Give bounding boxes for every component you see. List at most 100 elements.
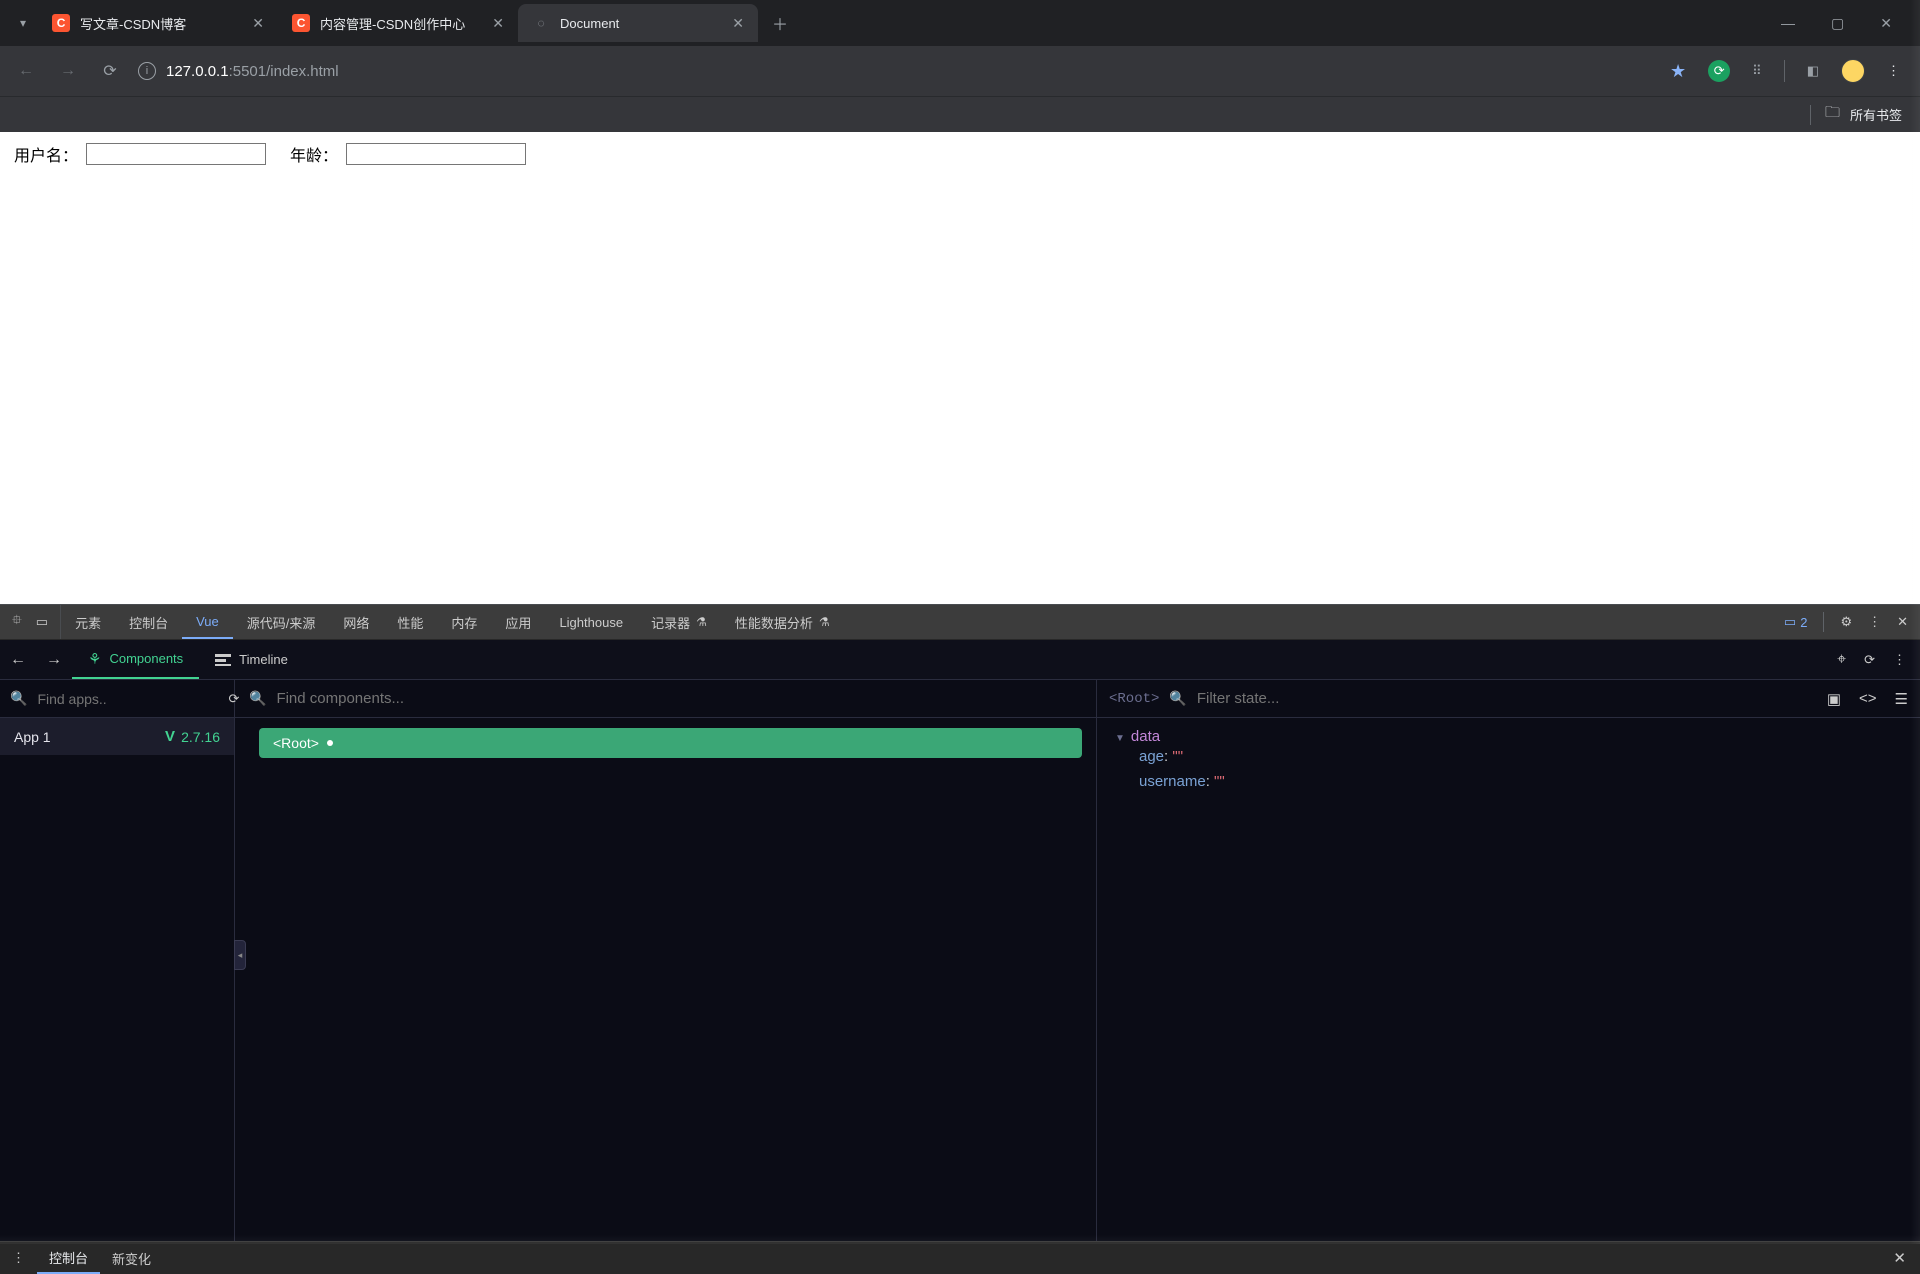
caret-down-icon: ▼ <box>1115 733 1125 744</box>
components-search-input[interactable] <box>276 690 1082 707</box>
divider <box>1784 60 1785 82</box>
devtools-tab-recorder[interactable]: 记录器⚗ <box>637 605 721 639</box>
back-button[interactable]: ← <box>12 62 40 80</box>
tab-title: 写文章-CSDN博客 <box>80 14 242 33</box>
drawer-menu-icon[interactable]: ⋮ <box>0 1250 37 1266</box>
vue-tab-timeline[interactable]: Timeline <box>199 640 304 679</box>
vue-refresh-icon[interactable]: ⟳ <box>1864 652 1875 668</box>
age-label: 年龄： <box>290 142 338 166</box>
vue-app-item[interactable]: App 1 V 2.7.16 <box>0 718 234 755</box>
browser-tab-strip: ▾ C 写文章-CSDN博客 ✕ C 内容管理-CSDN创作中心 ✕ ◌ Doc… <box>0 0 1920 46</box>
devtools-tab-console[interactable]: 控制台 <box>115 605 182 639</box>
issues-count: 2 <box>1800 615 1807 630</box>
username-label: 用户名： <box>14 142 78 166</box>
site-info-icon[interactable]: i <box>138 62 156 80</box>
close-icon[interactable]: ✕ <box>732 15 744 32</box>
state-menu-icon[interactable]: ☰ <box>1895 690 1908 708</box>
tab-title: 内容管理-CSDN创作中心 <box>320 14 482 33</box>
address-bar: ← → ⟳ i 127.0.0.1:5501/index.html ★ ⟳ ⠿ … <box>0 46 1920 96</box>
beaker-icon: ⚗ <box>819 615 830 629</box>
url-text: 127.0.0.1:5501/index.html <box>166 63 339 80</box>
globe-favicon-icon: ◌ <box>532 14 550 32</box>
state-section-data[interactable]: ▼ data <box>1115 728 1902 745</box>
extension-livereload-icon[interactable]: ⟳ <box>1708 60 1730 82</box>
maximize-icon[interactable]: ▢ <box>1831 15 1844 32</box>
url-field[interactable]: i 127.0.0.1:5501/index.html <box>138 62 1656 80</box>
inspect-element-icon[interactable]: ⯐ <box>12 611 22 633</box>
device-toolbar-icon[interactable]: ▭ <box>36 614 48 630</box>
devtools-issues-button[interactable]: ▭ 2 <box>1784 614 1808 630</box>
selected-component-label: <Root> <box>1109 691 1159 707</box>
devtools-drawer: ⋮ 控制台 新变化 ✕ <box>0 1241 1920 1274</box>
open-in-editor-icon[interactable]: <> <box>1859 690 1877 708</box>
state-section-label: data <box>1131 728 1160 745</box>
modified-indicator-icon <box>327 740 333 746</box>
devtools-tab-application[interactable]: 应用 <box>491 605 545 639</box>
search-icon: 🔍 <box>10 690 27 707</box>
state-prop-value: "" <box>1172 748 1183 765</box>
side-panel-icon[interactable]: ◧ <box>1807 63 1819 79</box>
devtools-menu-icon[interactable]: ⋮ <box>1868 614 1881 630</box>
target-component-icon[interactable]: ⌖ <box>1837 651 1846 669</box>
devtools-tab-performance[interactable]: 性能 <box>383 605 437 639</box>
state-prop-name: username <box>1139 773 1206 790</box>
devtools-tab-network[interactable]: 网络 <box>329 605 383 639</box>
vue-tab-components[interactable]: ⚘ Components <box>72 640 199 679</box>
components-search-bar: 🔍 <box>235 680 1096 718</box>
vue-version-badge: V 2.7.16 <box>165 728 220 745</box>
screenshot-icon[interactable]: ▣ <box>1827 690 1841 708</box>
search-icon: 🔍 <box>1169 690 1186 707</box>
drawer-tab-whatsnew[interactable]: 新变化 <box>100 1242 163 1274</box>
folder-icon: 🗀 <box>1825 102 1840 127</box>
reload-button[interactable]: ⟳ <box>96 61 124 81</box>
drawer-close-icon[interactable]: ✕ <box>1879 1249 1920 1267</box>
minimize-icon[interactable]: — <box>1781 15 1795 32</box>
devtools-tab-sources[interactable]: 源代码/来源 <box>233 605 330 639</box>
new-tab-button[interactable]: ＋ <box>758 11 802 35</box>
state-filter-input[interactable] <box>1197 690 1817 707</box>
component-tree-node-root[interactable]: <Root> <box>259 728 1082 758</box>
csdn-favicon-icon: C <box>292 14 310 32</box>
url-path: :5501/index.html <box>229 63 339 80</box>
devtools-tab-memory[interactable]: 内存 <box>437 605 491 639</box>
close-window-icon[interactable]: ✕ <box>1880 15 1892 32</box>
panel-expand-handle[interactable]: ◂ <box>234 940 246 970</box>
chrome-menu-icon[interactable]: ⋮ <box>1887 63 1900 79</box>
vue-tab-label: Components <box>109 651 183 666</box>
devtools-tab-vue[interactable]: Vue <box>182 605 233 639</box>
close-icon[interactable]: ✕ <box>252 15 264 32</box>
state-header: <Root> 🔍 ▣ <> ☰ <box>1097 680 1920 718</box>
app-name: App 1 <box>14 729 51 745</box>
browser-tab[interactable]: C 内容管理-CSDN创作中心 ✕ <box>278 4 518 42</box>
tabs-dropdown-icon[interactable]: ▾ <box>8 16 38 30</box>
profile-avatar[interactable] <box>1841 59 1865 83</box>
browser-tab-active[interactable]: ◌ Document ✕ <box>518 4 758 42</box>
devtools-tab-lighthouse[interactable]: Lighthouse <box>545 605 637 639</box>
drawer-tab-console[interactable]: 控制台 <box>37 1242 100 1274</box>
component-name: <Root> <box>273 735 319 751</box>
vue-version-text: 2.7.16 <box>181 729 220 745</box>
browser-tab[interactable]: C 写文章-CSDN博客 ✕ <box>38 4 278 42</box>
forward-button[interactable]: → <box>54 62 82 80</box>
vue-back-button[interactable]: ← <box>0 651 36 669</box>
state-body: ▼ data age: "" username: "" <box>1097 718 1920 805</box>
vue-menu-icon[interactable]: ⋮ <box>1893 652 1906 668</box>
devtools-tab-bar: ⯐ ▭ 元素 控制台 Vue 源代码/来源 网络 性能 内存 应用 Lighth… <box>0 604 1920 640</box>
all-bookmarks-button[interactable]: 所有书签 <box>1850 105 1902 124</box>
extensions-icon[interactable]: ⠿ <box>1752 63 1762 79</box>
divider <box>1810 105 1811 125</box>
bookmark-star-icon[interactable]: ★ <box>1670 61 1686 82</box>
devtools-close-icon[interactable]: ✕ <box>1897 614 1908 630</box>
state-prop-row[interactable]: age: "" <box>1115 745 1902 770</box>
vue-forward-button[interactable]: → <box>36 651 72 669</box>
apps-search-input[interactable] <box>37 691 218 707</box>
close-icon[interactable]: ✕ <box>492 15 504 32</box>
devtools-tab-perf-insights[interactable]: 性能数据分析⚗ <box>721 605 844 639</box>
devtools-tab-elements[interactable]: 元素 <box>61 605 115 639</box>
age-input[interactable] <box>346 143 526 165</box>
url-host: 127.0.0.1 <box>166 63 229 80</box>
devtools-settings-icon[interactable]: ⚙ <box>1840 614 1852 630</box>
state-prop-row[interactable]: username: "" <box>1115 770 1902 795</box>
vue-tab-label: Timeline <box>239 652 288 667</box>
username-input[interactable] <box>86 143 266 165</box>
